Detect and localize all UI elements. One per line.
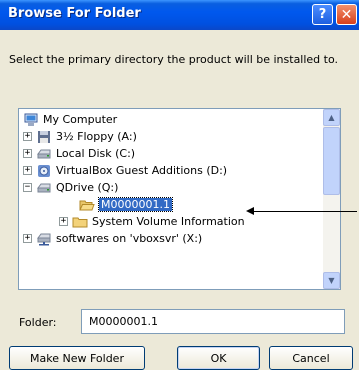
expand-icon[interactable]: + [23,132,32,141]
folder-label: Folder: [19,316,57,329]
annotation-arrow-line [253,211,357,212]
tree-item-label: M0000001.1 [98,197,173,212]
tree-item-label: System Volume Information [92,215,245,228]
window-title: Browse For Folder [8,6,141,21]
tree-item-guest-additions[interactable]: + VirtualBox Guest Additions (D:) [23,162,227,179]
tree-item-label: softwares on 'vboxsvr' (X:) [56,232,203,245]
tree-item-local-disk[interactable]: + Local Disk (C:) [23,145,135,162]
tree-item-floppy[interactable]: + 3½ Floppy (A:) [23,128,137,145]
ok-button[interactable]: OK [177,346,260,370]
folder-tree[interactable]: My Computer + 3½ Floppy (A:) + Local Dis… [18,108,341,290]
tree-item-label: QDrive (Q:) [56,181,119,194]
tree-item-label: 3½ Floppy (A:) [56,130,137,143]
expand-icon[interactable]: + [23,166,32,175]
folder-input[interactable]: M0000001.1 [81,309,345,334]
annotation-arrow-icon [246,207,254,215]
drive-icon [37,183,51,192]
vertical-scrollbar[interactable]: ▲ ▼ [323,109,340,289]
tree-item-qdrive[interactable]: − QDrive (Q:) [23,179,118,196]
instruction-text: Select the primary directory the product… [9,53,339,66]
expand-icon[interactable]: + [23,149,32,158]
cd-drive-icon [38,164,50,177]
tree-item-selected-folder[interactable]: M0000001.1 [79,196,173,213]
title-bar[interactable]: Browse For Folder ? ✕ [0,0,359,30]
close-icon: ✕ [340,6,353,23]
cancel-button[interactable]: Cancel [269,346,353,370]
tree-item-label: My Computer [43,113,118,126]
close-button[interactable]: ✕ [336,4,357,25]
scroll-up-button[interactable]: ▲ [323,109,340,126]
computer-icon [24,113,38,126]
tree-item-network-drive[interactable]: + softwares on 'vboxsvr' (X:) [23,230,202,247]
scroll-thumb[interactable] [323,127,340,195]
expand-icon[interactable]: + [23,234,32,243]
tree-item-my-computer[interactable]: My Computer [23,111,117,128]
collapse-icon[interactable]: − [23,183,32,192]
help-button[interactable]: ? [312,4,333,25]
make-new-folder-button[interactable]: Make New Folder [9,346,145,370]
folder-icon [72,217,88,227]
expand-icon[interactable]: + [59,217,68,226]
drive-icon [37,149,51,158]
tree-item-system-volume[interactable]: + System Volume Information [59,213,245,230]
help-icon: ? [318,7,327,22]
floppy-icon [38,130,50,143]
folder-open-icon [79,200,95,210]
network-drive-icon [37,233,51,245]
scroll-down-button[interactable]: ▼ [323,272,340,289]
tree-item-label: Local Disk (C:) [56,147,136,160]
tree-item-label: VirtualBox Guest Additions (D:) [56,164,228,177]
